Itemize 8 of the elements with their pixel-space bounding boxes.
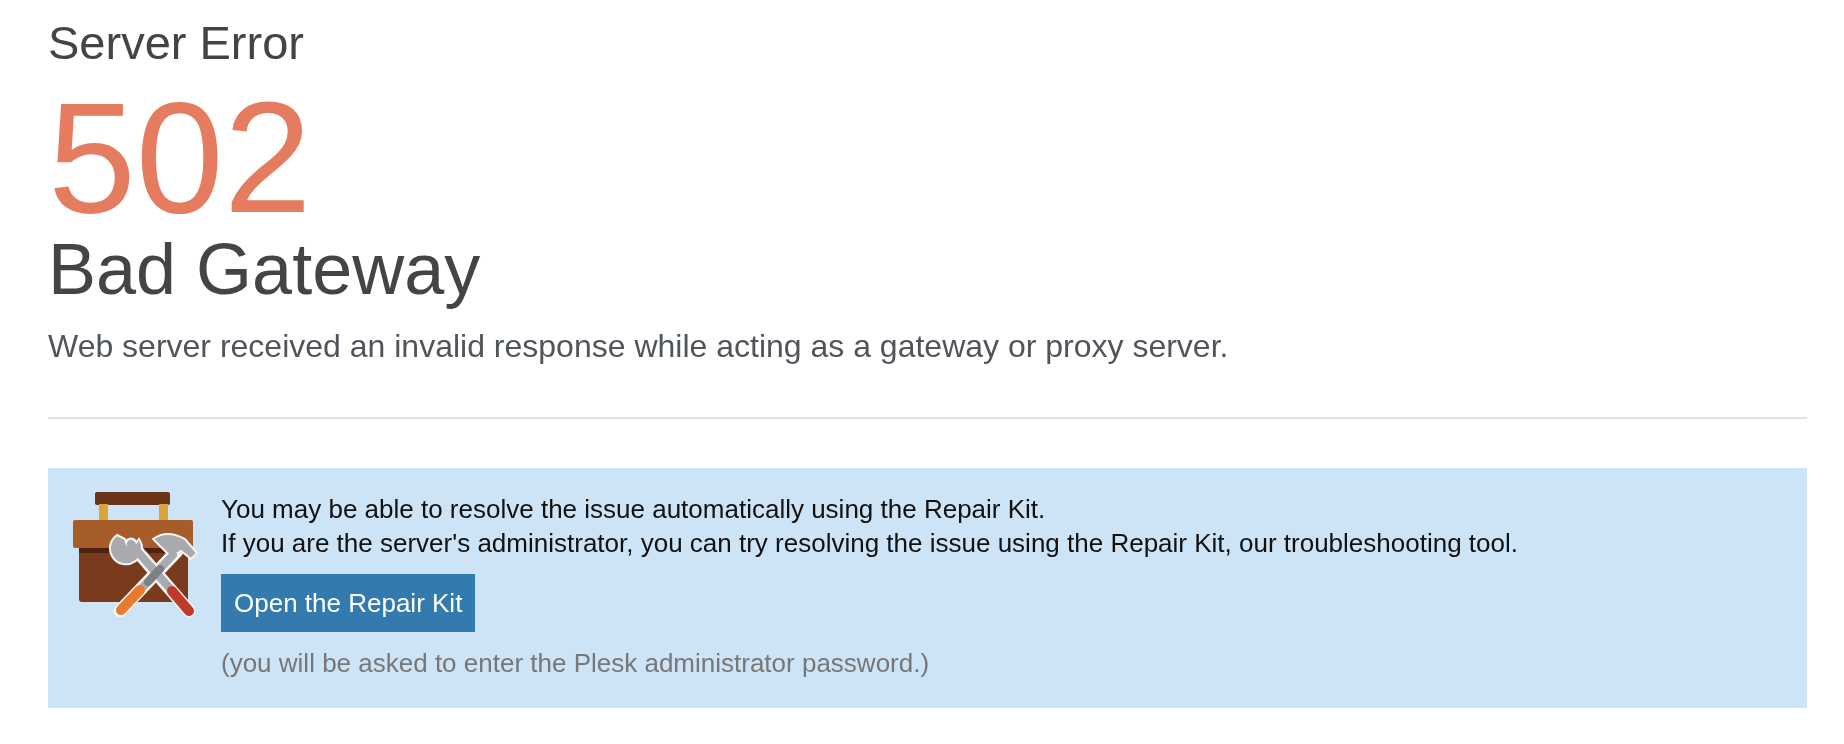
- error-description: Web server received an invalid response while acting as a gateway or proxy server.: [48, 327, 1230, 366]
- page-heading: Server Error: [48, 19, 305, 66]
- info-message: If you are the server's administrator, you can try resolving the issue using the Repair Kit, our troubleshooting tool.: [221, 527, 1518, 560]
- error-code: 502: [48, 82, 312, 232]
- toolbox-icon: [73, 491, 201, 619]
- password-note: (you will be asked to enter the Plesk administrator password.): [221, 647, 931, 680]
- open-repair-kit-button[interactable]: Open the Repair Kit: [221, 574, 476, 632]
- info-message: You may be able to resolve the issue automatically using the Repair Kit.: [221, 493, 1047, 526]
